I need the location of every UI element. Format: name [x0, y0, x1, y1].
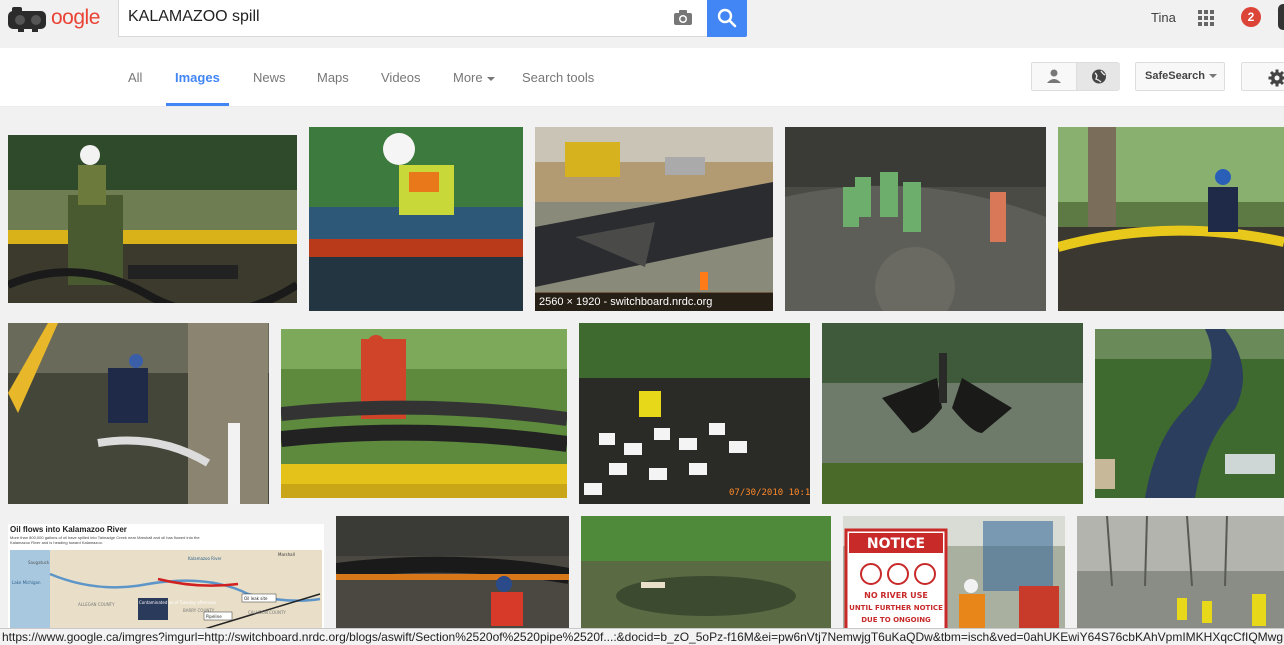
- tab-more[interactable]: More: [453, 70, 495, 85]
- oil-cleanup-worker-image: [8, 135, 297, 303]
- user-name[interactable]: Tina: [1151, 10, 1176, 25]
- kalamazoo-river-map: Saugatuck Lake Michigan ALLEGAN COUNTY B…: [10, 550, 322, 628]
- logo-text: oogle: [51, 6, 100, 29]
- image-hover-caption: 2560 × 1920 - switchboard.nrdc.org: [535, 293, 773, 311]
- tab-videos[interactable]: Videos: [381, 70, 421, 85]
- logo-wordmark: oogle: [51, 6, 100, 30]
- search-tabs-bar: All Images News Maps Videos More Search …: [0, 48, 1284, 107]
- image-result[interactable]: [1058, 127, 1284, 311]
- search-button[interactable]: [707, 0, 747, 37]
- oiled-bird-image: [822, 323, 1083, 504]
- person-icon: [1047, 69, 1061, 83]
- map-label-saugatuck: Saugatuck: [28, 560, 50, 565]
- image-result[interactable]: [785, 127, 1046, 311]
- image-result[interactable]: [281, 329, 567, 498]
- tab-news[interactable]: News: [253, 70, 286, 85]
- chevron-down-icon: [1208, 74, 1217, 79]
- map-label-river: Kalamazoo River: [188, 556, 222, 561]
- doodle-logo-icon: [8, 7, 46, 32]
- oil-soaked-creek-image: [785, 127, 1046, 311]
- map-infographic: Oil flows into Kalamazoo River More than…: [8, 524, 324, 628]
- photo-timestamp: 07/30/2010 10:18: [729, 488, 810, 498]
- map-label-contaminated: Contaminated as of Tuesday afternoon: [139, 600, 217, 605]
- ruptured-pipe-image: [535, 127, 773, 311]
- search-query-text: KALAMAZOO spill: [128, 8, 260, 25]
- public-results-button[interactable]: [1076, 63, 1120, 90]
- link-status-bar: https://www.google.ca/imgres?imgurl=http…: [0, 628, 1284, 645]
- tab-all[interactable]: All: [128, 70, 142, 85]
- absorbent-pads-image: 07/30/2010 10:18: [579, 323, 810, 504]
- tab-search-tools[interactable]: Search tools: [522, 70, 594, 85]
- image-result[interactable]: [309, 127, 523, 311]
- gear-icon: [1268, 69, 1284, 87]
- notice-sign-image: NOTICE NO RIVER USE UNTIL FURTHER NOTICE…: [843, 516, 1065, 628]
- image-result[interactable]: 2560 × 1920 - switchboard.nrdc.org: [535, 127, 773, 311]
- top-header: oogle KALAMAZOO spill Tina 2: [0, 0, 1284, 48]
- map-label-marshall: Marshall: [278, 552, 295, 557]
- tab-images[interactable]: Images: [175, 70, 220, 85]
- sign-line-1: NO RIVER USE: [864, 591, 928, 600]
- image-result[interactable]: [1077, 516, 1284, 628]
- private-results-button[interactable]: [1032, 63, 1076, 90]
- green-river-bank-image: [581, 516, 831, 628]
- image-result[interactable]: Oil flows into Kalamazoo River More than…: [8, 524, 324, 628]
- map-label-pipeline: Pipeline: [206, 614, 222, 619]
- worker-in-water-image: [309, 127, 523, 311]
- image-result[interactable]: [8, 323, 269, 504]
- sign-line-2: UNTIL FURTHER NOTICE: [849, 604, 943, 612]
- chevron-down-icon: [486, 76, 495, 81]
- settings-button[interactable]: [1241, 62, 1284, 91]
- flooded-forest-image: [1077, 516, 1284, 628]
- image-result[interactable]: 07/30/2010 10:18: [579, 323, 810, 504]
- image-result[interactable]: [822, 323, 1083, 504]
- sign-line-3: DUE TO ONGOING: [861, 616, 931, 624]
- image-result[interactable]: [336, 516, 569, 628]
- tab-maps[interactable]: Maps: [317, 70, 349, 85]
- map-label-leak-site: Oil leak site: [244, 596, 268, 601]
- boom-near-tree-image: [1058, 127, 1284, 311]
- safesearch-dropdown[interactable]: SafeSearch: [1135, 62, 1225, 91]
- google-logo[interactable]: oogle: [6, 3, 100, 35]
- image-result[interactable]: [1095, 329, 1284, 498]
- worker-by-tree-image: [8, 323, 269, 504]
- search-input[interactable]: KALAMAZOO spill: [118, 0, 708, 37]
- active-tab-indicator: [166, 103, 229, 106]
- image-result[interactable]: NOTICE NO RIVER USE UNTIL FURTHER NOTICE…: [843, 516, 1065, 628]
- search-icon: [717, 8, 737, 28]
- avatar[interactable]: [1278, 4, 1284, 30]
- aerial-river-image: [1095, 329, 1284, 498]
- image-result[interactable]: [581, 516, 831, 628]
- tab-more-label: More: [453, 70, 483, 85]
- map-label-lake: Lake Michigan: [12, 580, 41, 585]
- boom-worker-image: [336, 516, 569, 628]
- safesearch-label: SafeSearch: [1145, 70, 1205, 82]
- map-label-calhoun: CALHOUN COUNTY: [248, 610, 286, 615]
- notification-badge[interactable]: 2: [1241, 7, 1261, 27]
- view-toggle: [1031, 62, 1120, 91]
- sign-heading: NOTICE: [867, 536, 925, 552]
- image-result[interactable]: [8, 135, 297, 303]
- globe-icon: [1092, 69, 1106, 84]
- camera-icon[interactable]: [673, 9, 693, 26]
- boom-installation-image: [281, 329, 567, 498]
- apps-grid-icon[interactable]: [1198, 10, 1214, 26]
- map-label-allegan: ALLEGAN COUNTY: [78, 602, 115, 607]
- image-results-grid: 2560 × 1920 - switchboard.nrdc.org 07/30…: [0, 108, 1284, 628]
